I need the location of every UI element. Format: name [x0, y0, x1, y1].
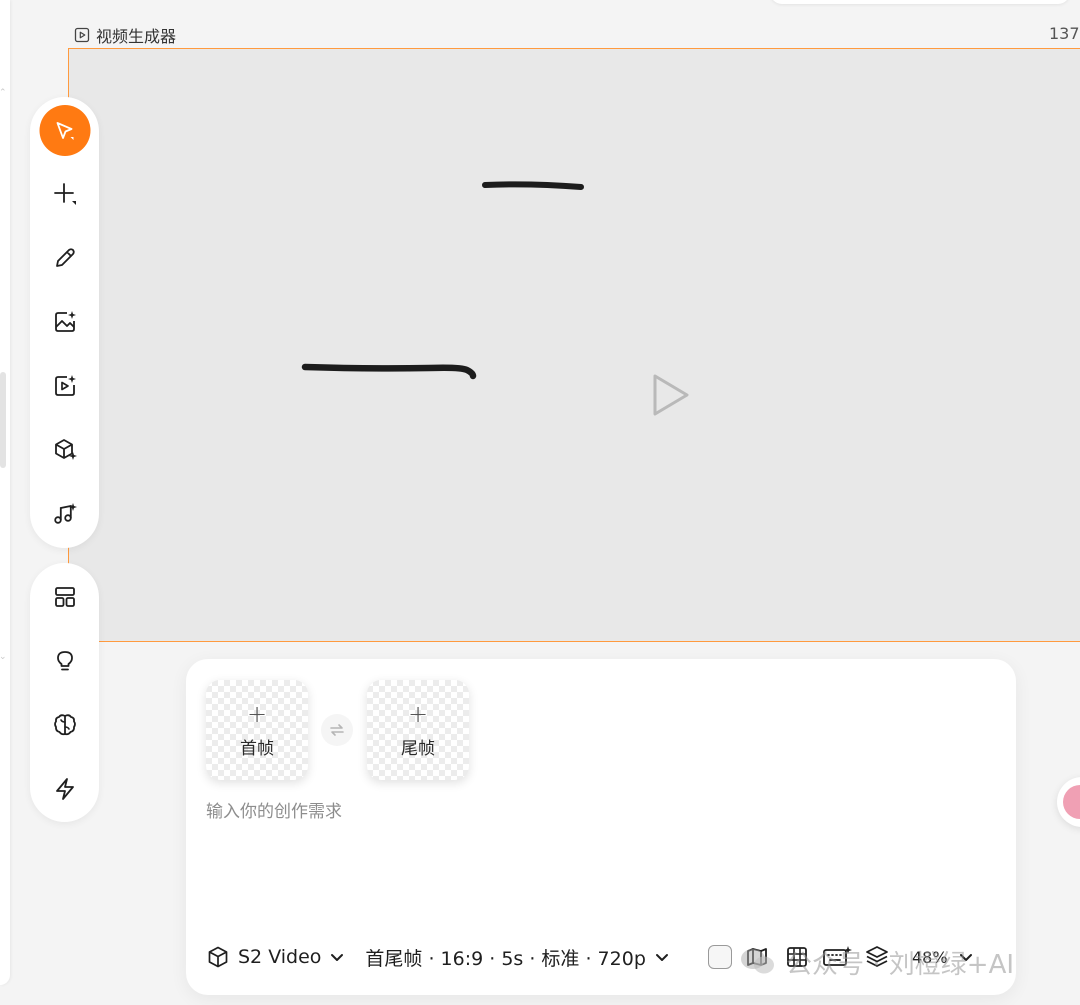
drawn-stroke-lower	[301, 363, 477, 380]
music-generate-button[interactable]	[43, 492, 87, 536]
lightning-button[interactable]	[43, 767, 87, 811]
layers-icon	[866, 946, 888, 967]
add-tool-button[interactable]	[43, 172, 87, 216]
left-edge-panel: ⌃ ⌄	[0, 0, 10, 985]
music-sparkle-icon	[53, 503, 77, 524]
grid-button[interactable]	[782, 942, 812, 972]
map-icon	[747, 948, 767, 966]
video-frame-icon	[74, 27, 90, 43]
video-canvas-frame[interactable]	[68, 48, 1080, 642]
scroll-down-icon[interactable]: ⌄	[0, 652, 7, 662]
idea-button[interactable]	[43, 639, 87, 683]
cursor-icon	[56, 121, 74, 140]
lightning-icon	[55, 778, 74, 800]
model-label: S2 Video	[238, 946, 322, 968]
prompt-input[interactable]	[206, 797, 986, 947]
chevron-down-icon	[331, 954, 344, 961]
first-frame-label: 首帧	[240, 738, 274, 759]
top-panel-fragment	[770, 0, 1070, 4]
plus-icon	[53, 183, 76, 205]
avatar	[1063, 785, 1080, 819]
image-generate-button[interactable]	[43, 300, 87, 344]
grid-icon	[787, 947, 807, 967]
select-tool-button[interactable]	[39, 105, 90, 156]
last-frame-upload[interactable]: + 尾帧	[367, 680, 469, 780]
option-checkbox[interactable]	[708, 945, 732, 969]
tool-palette	[30, 97, 99, 548]
cube-icon	[208, 946, 228, 968]
pencil-tool-button[interactable]	[43, 236, 87, 280]
pencil-icon	[55, 248, 75, 267]
zoom-level: 48%	[912, 947, 948, 967]
lightbulb-icon	[56, 651, 73, 671]
canvas-drawing	[301, 181, 584, 380]
map-button[interactable]	[742, 942, 772, 972]
prompt-panel: + 首帧 + 尾帧 S2 Video 首尾帧 · 16:9 · 5s · 标准 …	[186, 659, 1016, 995]
swap-frames-button[interactable]	[321, 714, 353, 746]
zoom-select[interactable]: 48%	[912, 948, 974, 967]
swap-icon	[330, 724, 344, 736]
last-frame-label: 尾帧	[401, 738, 435, 759]
brain-icon	[53, 714, 76, 736]
layout-button[interactable]	[43, 575, 87, 619]
generation-options-bar: S2 Video 首尾帧 · 16:9 · 5s · 标准 · 720p	[206, 942, 670, 972]
scroll-thumb[interactable]	[0, 372, 6, 468]
drawn-stroke-upper	[482, 181, 584, 190]
play-icon[interactable]	[649, 371, 693, 419]
chevron-down-icon	[655, 954, 668, 961]
video-generate-button[interactable]	[43, 364, 87, 408]
add-last-frame-icon: +	[407, 699, 429, 728]
assistant-avatar-button[interactable]	[1057, 777, 1080, 827]
brain-button[interactable]	[43, 703, 87, 747]
video-sparkle-icon	[54, 375, 76, 396]
scroll-up-icon[interactable]: ⌃	[0, 88, 7, 98]
frame-header[interactable]: 视频生成器	[74, 24, 176, 46]
cube-sparkle-icon	[54, 439, 77, 460]
keyboard-sparkle-icon	[823, 946, 852, 966]
frame-width-label: 1376	[1049, 24, 1080, 43]
video-settings-label: 首尾帧 · 16:9 · 5s · 标准 · 720p	[365, 947, 646, 970]
panel-right-tools: 48%	[708, 939, 974, 975]
video-settings-select[interactable]: 首尾帧 · 16:9 · 5s · 标准 · 720p	[365, 944, 669, 971]
keyboard-button[interactable]	[822, 942, 852, 972]
add-first-frame-icon: +	[246, 699, 268, 728]
3d-generate-button[interactable]	[43, 428, 87, 472]
model-select[interactable]: S2 Video	[206, 945, 345, 969]
secondary-tool-palette	[30, 563, 99, 822]
image-sparkle-icon	[54, 311, 76, 332]
chevron-down-icon	[959, 954, 972, 961]
first-frame-upload[interactable]: + 首帧	[206, 680, 308, 780]
layers-button[interactable]	[862, 942, 892, 972]
frame-title: 视频生成器	[96, 27, 177, 46]
layout-icon	[54, 587, 75, 607]
